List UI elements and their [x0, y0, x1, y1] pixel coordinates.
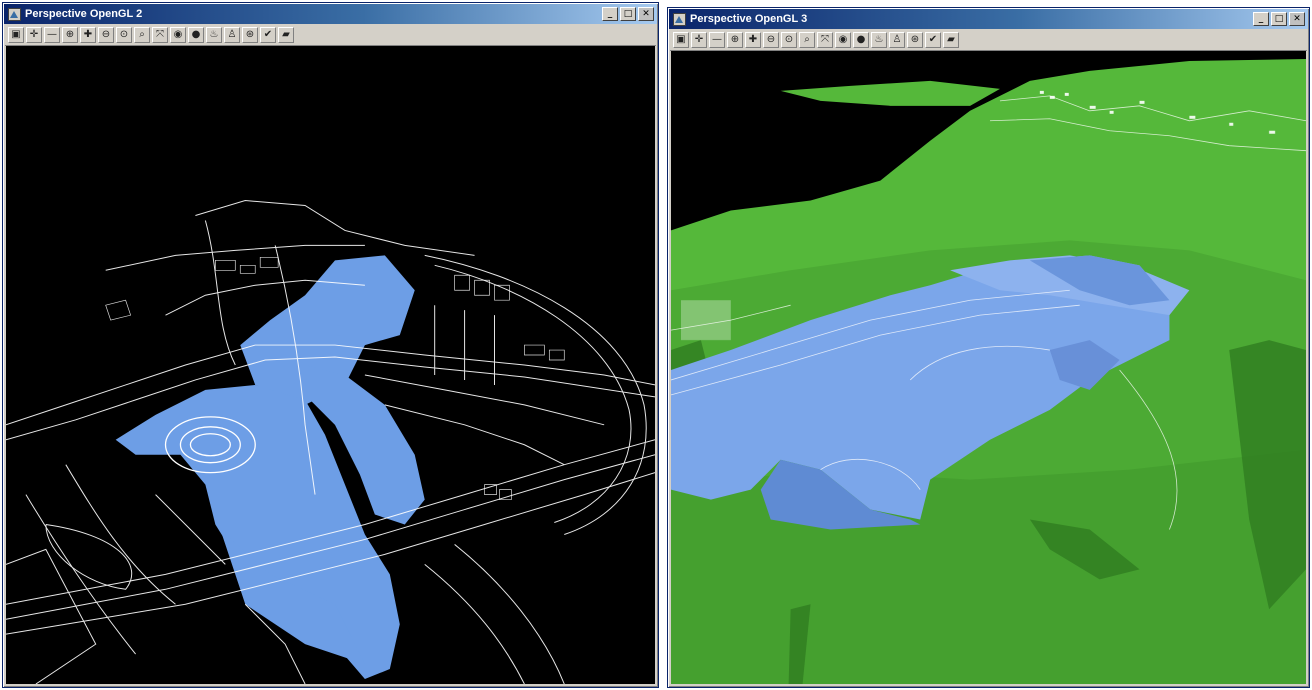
dolly-icon: —: [712, 34, 722, 45]
minimize-button[interactable]: _: [602, 7, 618, 21]
perspective-opengl-3-window: Perspective OpenGL 3 _ □ ✕ ▣ ✛ — ⊕ ✚ ⊖ ⊙ ⌕ ⤧ ◉ ● ♨ ♙…: [667, 7, 1310, 688]
dolly-icon: —: [47, 29, 57, 40]
zoom-window-button[interactable]: ⊙: [116, 27, 132, 43]
zoom-in-button[interactable]: ⊕: [62, 27, 78, 43]
camera-target-icon: ✔: [263, 29, 273, 40]
steering-icon: ⊛: [245, 29, 255, 40]
camera-target-icon: ✔: [928, 34, 938, 45]
wireframe-scene: [6, 200, 655, 684]
save-view-icon: ▰: [947, 34, 955, 45]
light-button[interactable]: ♨: [871, 32, 887, 48]
app-icon: [672, 12, 686, 26]
rotate-view-button[interactable]: ⤧: [817, 32, 833, 48]
close-icon: ✕: [642, 8, 650, 19]
fit-view-icon: ✚: [83, 29, 93, 40]
minimize-icon: _: [1258, 13, 1264, 24]
opengl-viewport[interactable]: [671, 51, 1306, 684]
dolly-button[interactable]: —: [44, 27, 60, 43]
steering-button[interactable]: ⊛: [242, 27, 258, 43]
zoom-out-icon: ⊖: [766, 34, 776, 45]
dolly-button[interactable]: —: [709, 32, 725, 48]
shaded-scene: [671, 51, 1306, 684]
zoom-out-button[interactable]: ⊖: [98, 27, 114, 43]
zoom-out-button[interactable]: ⊖: [763, 32, 779, 48]
rotate-view-button[interactable]: ⤧: [152, 27, 168, 43]
save-view-button[interactable]: ▰: [278, 27, 294, 43]
zoom-previous-button[interactable]: ⌕: [134, 27, 150, 43]
minimize-button[interactable]: _: [1253, 12, 1269, 26]
rotate-view-icon: ⤧: [156, 29, 164, 40]
app-icon: [7, 7, 21, 21]
zoom-previous-button[interactable]: ⌕: [799, 32, 815, 48]
view-window-icon: ▣: [11, 29, 21, 40]
zoom-in-icon: ⊕: [730, 34, 740, 45]
fit-view-button[interactable]: ✚: [745, 32, 761, 48]
pan-icon: ✛: [694, 34, 704, 45]
save-view-icon: ▰: [282, 29, 290, 40]
zoom-previous-icon: ⌕: [139, 29, 145, 40]
water-regions: [115, 255, 425, 680]
view-toolbar: ▣ ✛ — ⊕ ✚ ⊖ ⊙ ⌕ ⤧ ◉ ● ♨ ♙ ⊛ ✔ ▰: [5, 25, 656, 46]
view-window-icon: ▣: [676, 34, 686, 45]
title-bar[interactable]: Perspective OpenGL 3 _ □ ✕: [669, 9, 1308, 29]
zoom-window-icon: ⊙: [119, 29, 129, 40]
zoom-out-icon: ⊖: [101, 29, 111, 40]
light-icon: ♨: [874, 34, 884, 45]
material-icon: ●: [191, 29, 201, 40]
minimize-icon: _: [607, 8, 613, 19]
fit-view-icon: ✚: [748, 34, 758, 45]
maximize-button[interactable]: □: [620, 7, 636, 21]
material-button[interactable]: ●: [853, 32, 869, 48]
walk-icon: ♙: [892, 34, 902, 45]
window-title: Perspective OpenGL 3: [690, 13, 808, 25]
rotate-view-icon: ⤧: [821, 34, 829, 45]
pan-button[interactable]: ✛: [26, 27, 42, 43]
steering-icon: ⊛: [910, 34, 920, 45]
maximize-icon: □: [623, 8, 633, 19]
material-icon: ●: [856, 34, 866, 45]
title-bar[interactable]: Perspective OpenGL 2 _ □ ✕: [4, 4, 657, 24]
close-button[interactable]: ✕: [1289, 12, 1305, 26]
walk-button[interactable]: ♙: [889, 32, 905, 48]
render-icon: ◉: [838, 34, 848, 45]
pan-icon: ✛: [29, 29, 39, 40]
render-button[interactable]: ◉: [170, 27, 186, 43]
zoom-in-icon: ⊕: [65, 29, 75, 40]
zoom-window-button[interactable]: ⊙: [781, 32, 797, 48]
window-title: Perspective OpenGL 2: [25, 8, 143, 20]
maximize-icon: □: [1274, 13, 1284, 24]
zoom-window-icon: ⊙: [784, 34, 794, 45]
camera-target-button[interactable]: ✔: [260, 27, 276, 43]
material-button[interactable]: ●: [188, 27, 204, 43]
view-window-button[interactable]: ▣: [673, 32, 689, 48]
light-button[interactable]: ♨: [206, 27, 222, 43]
view-window-button[interactable]: ▣: [8, 27, 24, 43]
close-icon: ✕: [1293, 13, 1301, 24]
camera-target-button[interactable]: ✔: [925, 32, 941, 48]
close-button[interactable]: ✕: [638, 7, 654, 21]
fit-view-button[interactable]: ✚: [80, 27, 96, 43]
save-view-button[interactable]: ▰: [943, 32, 959, 48]
pan-button[interactable]: ✛: [691, 32, 707, 48]
render-icon: ◉: [173, 29, 183, 40]
perspective-opengl-2-window: Perspective OpenGL 2 _ □ ✕ ▣ ✛ — ⊕ ✚ ⊖ ⊙ ⌕ ⤧ ◉ ● ♨ ♙…: [2, 2, 659, 688]
maximize-button[interactable]: □: [1271, 12, 1287, 26]
render-button[interactable]: ◉: [835, 32, 851, 48]
light-icon: ♨: [209, 29, 219, 40]
zoom-in-button[interactable]: ⊕: [727, 32, 743, 48]
opengl-viewport[interactable]: [6, 46, 655, 684]
steering-button[interactable]: ⊛: [907, 32, 923, 48]
walk-button[interactable]: ♙: [224, 27, 240, 43]
zoom-previous-icon: ⌕: [804, 34, 810, 45]
view-toolbar: ▣ ✛ — ⊕ ✚ ⊖ ⊙ ⌕ ⤧ ◉ ● ♨ ♙ ⊛ ✔ ▰: [670, 30, 1307, 51]
walk-icon: ♙: [227, 29, 237, 40]
